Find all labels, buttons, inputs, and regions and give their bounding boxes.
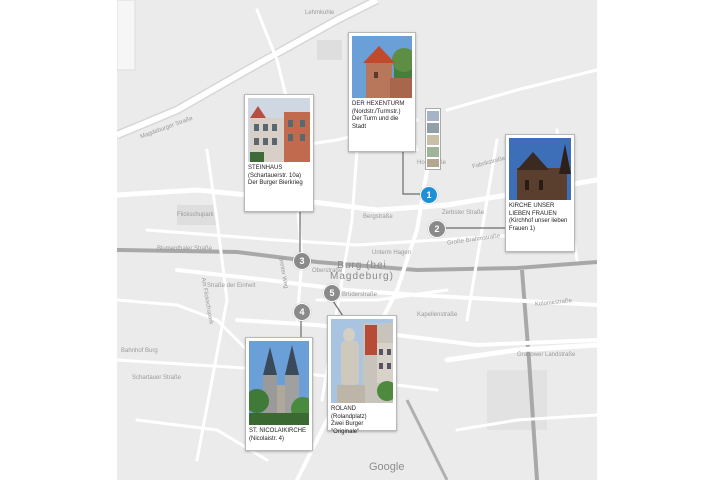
city-label-line: Burg (bei	[337, 260, 387, 271]
place-address: (Schartauerstr. 10a)	[248, 172, 302, 179]
steinhaus-photo	[248, 98, 310, 162]
street-label: Brüderstraße	[342, 292, 378, 298]
street-label: Kapellenstraße	[417, 312, 458, 318]
place-title: KIRCHE UNSER LIEBEN FRAUEN	[509, 203, 557, 217]
place-address: (Kirchhof unser lieben Frauen 1)	[509, 218, 568, 232]
place-subtitle: Der Burger Bierkrieg	[248, 180, 303, 186]
street-label: Straße der Einheit	[207, 283, 256, 289]
google-attribution: Google	[369, 461, 405, 473]
street-label: Grabower Landstraße	[517, 352, 576, 358]
place-address: (Nicolaistr. 4)	[249, 435, 285, 442]
place-subtitle: Zwei Burger "Originale"	[331, 421, 364, 435]
place-card-1[interactable]: DER HEXENTURM (Nordstr./Turmstr.) Der Tu…	[348, 32, 416, 152]
place-title: STEINHAUS	[248, 165, 283, 171]
map-marker-5[interactable]: 5	[323, 284, 341, 302]
city-label: Burg (bei Magdeburg)	[327, 260, 397, 282]
street-label: Lehmkuhle	[305, 10, 335, 16]
street-label: Bergstraße	[363, 214, 393, 220]
place-title: ROLAND	[331, 406, 357, 412]
place-subtitle: Der Turm und die Stadt	[352, 116, 399, 130]
place-title: ST. NICOLAIKIRCHE	[249, 428, 307, 434]
place-title: DER HEXENTURM	[352, 101, 405, 107]
map-marker-3[interactable]: 3	[293, 252, 311, 270]
map[interactable]: Lehmkuhle Magdeburger Straße Straße der …	[117, 0, 597, 480]
street-label: Blumenthaler Straße	[157, 246, 213, 252]
map-marker-4[interactable]: 4	[293, 303, 311, 321]
nicolaikirche-photo	[249, 341, 309, 425]
roland-photo	[331, 319, 393, 403]
place-card-4[interactable]: ST. NICOLAIKIRCHE (Nicolaistr. 4)	[245, 337, 313, 451]
map-thumbnail	[425, 108, 441, 170]
street-label: Flickschupark	[177, 212, 214, 218]
place-address: (Rolandplatz)	[331, 413, 367, 420]
place-card-3[interactable]: STEINHAUS (Schartauerstr. 10a) Der Burge…	[244, 94, 314, 212]
place-card-5[interactable]: ROLAND (Rolandplatz) Zwei Burger "Origin…	[327, 315, 397, 435]
place-card-2[interactable]: KIRCHE UNSER LIEBEN FRAUEN (Kirchhof uns…	[505, 134, 575, 252]
map-marker-2[interactable]: 2	[428, 220, 446, 238]
street-label: Bahnhof Burg	[121, 348, 158, 354]
hexenturm-photo	[352, 36, 412, 98]
street-label: Zerbster Straße	[442, 210, 485, 216]
street-label: Schartauer Straße	[132, 375, 182, 381]
liebfrauenkirche-photo	[509, 138, 571, 200]
place-address: (Nordstr./Turmstr.)	[352, 108, 401, 115]
city-label-line: Magdeburg)	[330, 271, 394, 282]
street-label: Unterm Hagen	[372, 250, 412, 256]
map-marker-1[interactable]: 1	[420, 186, 438, 204]
